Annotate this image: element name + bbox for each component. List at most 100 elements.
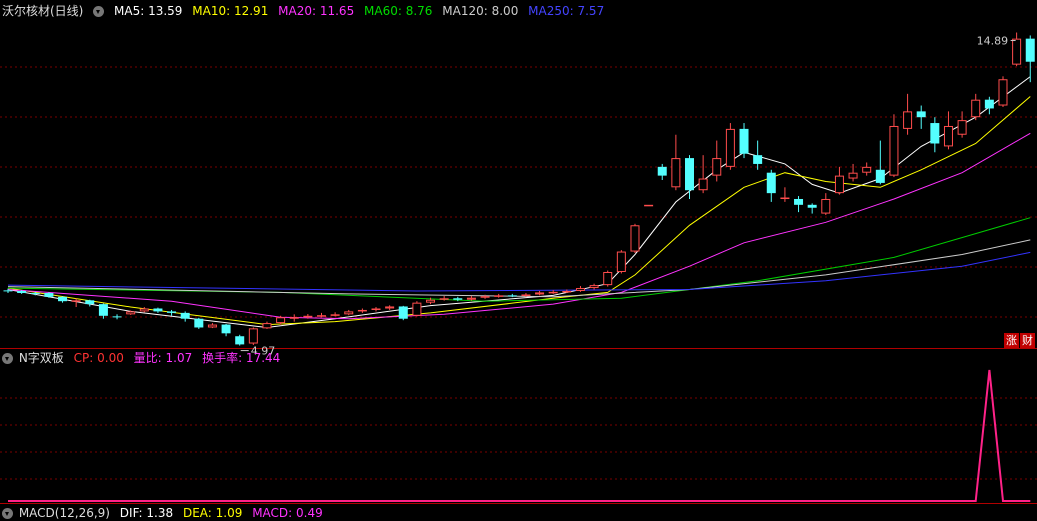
candle-body	[698, 178, 708, 191]
candle	[180, 311, 190, 322]
stock-name[interactable]: 沃尔核材(日线)	[2, 4, 83, 18]
candle	[153, 307, 163, 313]
candle-body	[71, 300, 81, 302]
candle	[494, 293, 504, 298]
candle-body	[712, 158, 722, 176]
candle	[657, 163, 667, 180]
candle-body	[357, 309, 367, 312]
main-chart-header: 沃尔核材(日线) MA5: 13.59 MA10: 12.91 MA20: 11…	[2, 3, 610, 19]
candle-body	[398, 306, 408, 319]
macd-name[interactable]: MACD(12,26,9)	[19, 506, 110, 520]
candle-body	[44, 293, 54, 297]
candle	[903, 93, 913, 135]
candle	[998, 76, 1008, 107]
candle-body	[943, 125, 953, 147]
candle-body	[616, 251, 626, 272]
candle-body	[984, 99, 994, 109]
liangbi-value: 量比: 1.07	[133, 351, 193, 365]
candle-body	[480, 296, 490, 298]
ma250-line	[7, 251, 1031, 292]
stock-chart[interactable]: 14.894.97	[0, 0, 1037, 513]
candle	[58, 296, 68, 303]
candle-body	[112, 316, 122, 318]
candle	[330, 312, 340, 317]
candle	[807, 203, 817, 214]
candle	[766, 169, 776, 202]
candle	[221, 323, 231, 337]
candle-body	[371, 308, 381, 310]
candle-body	[167, 311, 177, 313]
candle-body	[262, 323, 272, 329]
candle-body	[494, 295, 504, 297]
candle	[589, 283, 599, 290]
dropdown-icon[interactable]	[93, 6, 105, 17]
candle	[357, 308, 367, 313]
candle	[575, 286, 585, 292]
candle	[780, 187, 790, 202]
dropdown-icon[interactable]	[2, 353, 13, 364]
indicator-name[interactable]: N字双板	[19, 351, 64, 365]
candle-body	[316, 315, 326, 317]
candle-body	[344, 311, 354, 315]
candle	[739, 123, 749, 159]
dropdown-icon[interactable]	[2, 508, 13, 519]
candle	[889, 114, 899, 178]
candle-body	[930, 123, 940, 144]
candle-body	[289, 317, 299, 319]
candle-body	[725, 128, 735, 167]
candle	[248, 327, 258, 345]
ma120-line	[7, 239, 1031, 298]
candle-body	[330, 314, 340, 316]
candle-body	[17, 290, 27, 294]
ma120-value: MA120: 8.00	[442, 4, 519, 18]
cai-badge[interactable]: 财	[1020, 333, 1035, 348]
candle-body	[916, 111, 926, 118]
candle-body	[998, 79, 1008, 106]
ma20-value: MA20: 11.65	[278, 4, 355, 18]
candle-body	[875, 169, 885, 183]
candle	[194, 317, 204, 329]
candle-body	[153, 308, 163, 312]
candle-body	[971, 99, 981, 118]
candle	[385, 305, 395, 310]
candle-body	[807, 204, 817, 208]
candle	[85, 299, 95, 307]
candle	[821, 193, 831, 216]
candle	[930, 117, 940, 153]
candle	[412, 301, 422, 317]
ma250-value: MA250: 7.57	[528, 4, 605, 18]
candle	[535, 290, 545, 296]
ma60-value: MA60: 8.76	[364, 4, 433, 18]
macd-value: MACD: 0.49	[252, 506, 323, 520]
candle	[98, 303, 108, 319]
moving-average-lines	[7, 76, 1031, 329]
candle-body	[834, 175, 844, 194]
candle-body	[657, 166, 667, 176]
candle-body	[303, 315, 313, 318]
candle-body	[3, 290, 13, 292]
grid-lines	[0, 66, 1037, 504]
candle-body	[126, 311, 136, 315]
candle-body	[180, 312, 190, 319]
indicator-line	[8, 369, 1031, 502]
candle	[289, 314, 299, 322]
candle-body	[194, 318, 204, 328]
candle-body	[957, 120, 967, 135]
candle-body	[58, 296, 68, 302]
candle-body	[521, 294, 531, 296]
candle	[262, 321, 272, 329]
candle	[371, 307, 381, 312]
candle	[984, 96, 994, 115]
candle	[644, 204, 654, 207]
dea-value: DEA: 1.09	[182, 506, 243, 520]
candle-body	[30, 293, 40, 295]
candle-body	[589, 285, 599, 289]
candle-body	[139, 308, 149, 312]
candle	[794, 196, 804, 213]
candle-body	[207, 324, 217, 328]
candle-body	[766, 172, 776, 194]
candle	[862, 162, 872, 176]
zhang-badge[interactable]: 涨	[1004, 333, 1019, 348]
candle-body	[507, 295, 517, 297]
candle	[466, 295, 476, 301]
